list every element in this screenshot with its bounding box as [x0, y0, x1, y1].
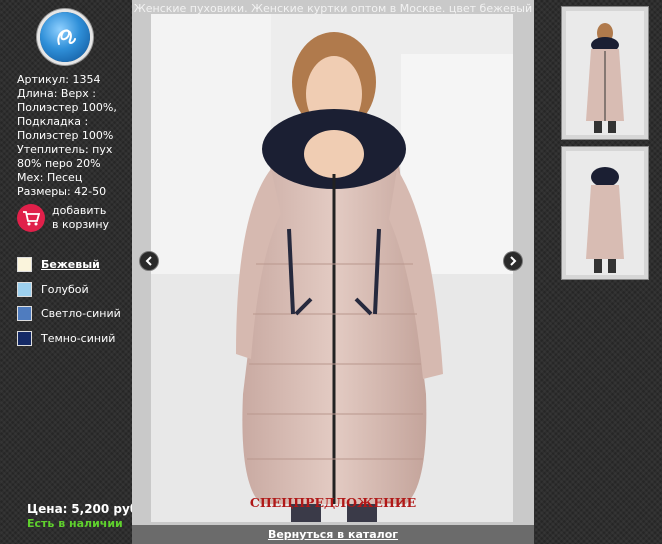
cart-label-line2: в корзину: [52, 218, 110, 231]
cart-icon: [17, 204, 45, 232]
color-swatch: [17, 306, 32, 321]
color-label: Голубой: [41, 282, 89, 296]
thumbnail-front-image: [566, 11, 644, 135]
outer-material-line: Полиэстер 100%,: [17, 101, 117, 114]
product-gallery: Женские пуховики. Женские куртки оптом в…: [132, 0, 534, 544]
lining-material-line: Полиэстер 100%: [17, 129, 114, 142]
color-option-beige[interactable]: Бежевый: [17, 256, 121, 273]
logo-icon[interactable]: [40, 12, 90, 62]
coat-illustration: [151, 14, 513, 522]
color-option-medium-blue[interactable]: Светло-синий: [17, 305, 121, 322]
color-swatch: [17, 257, 32, 272]
add-to-cart-button[interactable]: добавить в корзину: [17, 204, 122, 232]
color-list: Бежевый Голубой Светло-синий Темно-синий: [17, 256, 121, 354]
thumbnail-front[interactable]: [561, 6, 649, 140]
length-line: Длина: Верх :: [17, 87, 96, 100]
color-option-navy[interactable]: Темно-синий: [17, 330, 121, 347]
cart-label-line1: добавить: [52, 204, 107, 217]
color-option-light-blue[interactable]: Голубой: [17, 281, 121, 298]
insulation-ratio-line: 80% перо 20%: [17, 157, 101, 170]
product-photo[interactable]: [151, 14, 513, 522]
color-label: Светло-синий: [41, 307, 121, 320]
insulation-line: Утеплитель: пух: [17, 143, 113, 156]
product-info: Артикул: 1354 Длина: Верх : Полиэстер 10…: [17, 73, 129, 199]
thumbnail-back-image: [566, 151, 644, 275]
color-swatch: [17, 330, 32, 346]
price: Цена: 5,200 руб.: [27, 502, 143, 516]
prev-arrow-icon[interactable]: [139, 251, 159, 271]
add-to-cart-label: добавить в корзину: [52, 204, 122, 232]
color-label: Темно-синий: [41, 331, 116, 345]
color-swatch: [17, 281, 32, 297]
special-offer-label: СПЕЦПРЕДЛОЖЕНИЕ: [249, 495, 417, 510]
thumbnail-back[interactable]: [561, 146, 649, 280]
fur-line: Мех: Песец: [17, 171, 83, 184]
lining-line: Подкладка :: [17, 115, 89, 128]
stock-status: Есть в наличии: [27, 517, 123, 530]
next-arrow-icon[interactable]: [503, 251, 523, 271]
logo-script-icon: [57, 29, 76, 45]
article-line: Артикул: 1354: [17, 73, 101, 86]
back-to-catalog-link[interactable]: Вернуться в каталог: [132, 525, 534, 544]
color-label: Бежевый: [41, 258, 100, 271]
sizes-line: Размеры: 42-50: [17, 185, 107, 198]
price-label: Цена:: [27, 502, 68, 516]
